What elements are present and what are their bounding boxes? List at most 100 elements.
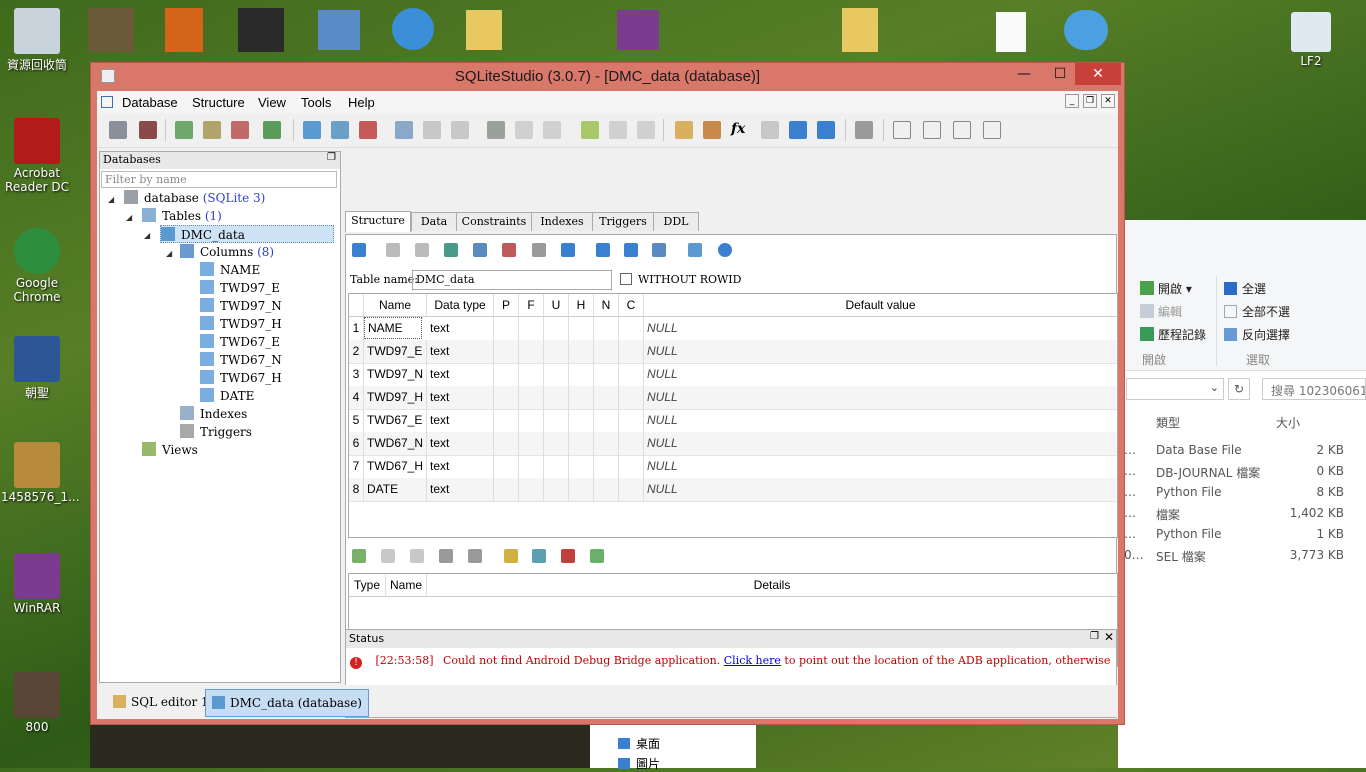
menu-tools[interactable]: Tools: [301, 95, 331, 110]
mdi-restore-button[interactable]: ❐: [1083, 94, 1097, 108]
nav-item-pictures[interactable]: 圖片: [618, 755, 660, 772]
table-row[interactable]: 1 NAME text NULL: [349, 317, 1117, 341]
constraint-header-details[interactable]: Details: [427, 574, 1117, 597]
collapse-arrow-icon[interactable]: ◢: [166, 249, 172, 258]
column-header-size[interactable]: 大小: [1276, 414, 1300, 431]
folder-icon[interactable]: [466, 10, 502, 50]
default-value-cell[interactable]: NULL: [644, 363, 1117, 386]
f-cell[interactable]: [519, 317, 544, 340]
menu-view[interactable]: View: [258, 95, 286, 110]
primary-key-icon[interactable]: [504, 549, 518, 563]
edit-button[interactable]: 編輯: [1140, 303, 1182, 320]
refresh-button[interactable]: ↻: [1228, 378, 1250, 400]
desktop-icon-word-doc[interactable]: 朝聖: [1, 336, 73, 401]
u-cell[interactable]: [544, 409, 569, 432]
tree-table-dmc-data[interactable]: DMC_data: [160, 225, 334, 243]
c-cell[interactable]: [619, 455, 644, 478]
default-value-cell[interactable]: NULL: [644, 432, 1117, 455]
default-value-cell[interactable]: NULL: [644, 386, 1117, 409]
import-icon[interactable]: [596, 243, 610, 257]
tree-column[interactable]: TWD67_N: [200, 351, 282, 369]
collapse-arrow-icon[interactable]: ◢: [144, 231, 150, 240]
export-icon[interactable]: [624, 243, 638, 257]
tab-sql-editor[interactable]: SQL editor 1: [107, 689, 215, 715]
edit-table-icon[interactable]: [331, 121, 349, 139]
computer-icon[interactable]: [318, 10, 360, 50]
p-cell[interactable]: [494, 317, 519, 340]
rollback-icon[interactable]: [415, 243, 429, 257]
desktop-icon-image-1[interactable]: [88, 8, 134, 52]
c-cell[interactable]: [619, 340, 644, 363]
without-rowid-checkbox[interactable]: [620, 273, 632, 285]
u-cell[interactable]: [544, 363, 569, 386]
p-cell[interactable]: [494, 478, 519, 501]
file-row[interactable]: … Python File 1 KB: [1118, 524, 1366, 545]
desktop-icon-image-2[interactable]: [165, 8, 203, 52]
h-cell[interactable]: [569, 432, 594, 455]
h-cell[interactable]: [569, 455, 594, 478]
p-cell[interactable]: [494, 455, 519, 478]
c-cell[interactable]: [619, 363, 644, 386]
desktop-icon-recycle-bin[interactable]: 資源回收筒: [1, 8, 73, 73]
windows-icon[interactable]: [1064, 10, 1108, 50]
minimize-button[interactable]: —: [1007, 63, 1041, 85]
collations-icon[interactable]: [761, 121, 779, 139]
nav-item-desktop[interactable]: 桌面: [618, 735, 660, 752]
close-button[interactable]: ✕: [1075, 63, 1121, 85]
file-row[interactable]: … Data Base File 2 KB: [1118, 440, 1366, 461]
p-cell[interactable]: [494, 432, 519, 455]
move-up-icon[interactable]: [439, 549, 453, 563]
adb-link[interactable]: Click here: [724, 654, 781, 667]
cascade-icon[interactable]: [983, 121, 1001, 139]
functions-icon[interactable]: fx: [731, 121, 749, 139]
move-up-icon[interactable]: [532, 243, 546, 257]
default-value-cell[interactable]: NULL: [644, 317, 1117, 340]
tree-tables[interactable]: Tables (1): [142, 207, 222, 225]
h-cell[interactable]: [569, 386, 594, 409]
f-cell[interactable]: [519, 386, 544, 409]
header-p[interactable]: P: [494, 294, 519, 317]
tree-column[interactable]: TWD67_E: [200, 333, 280, 351]
drop-view-icon[interactable]: [637, 121, 655, 139]
n-cell[interactable]: [594, 317, 619, 340]
copy-icon[interactable]: [688, 243, 702, 257]
edit-constraint-icon[interactable]: [381, 549, 395, 563]
n-cell[interactable]: [594, 432, 619, 455]
table-row[interactable]: 7 TWD67_H text NULL: [349, 455, 1117, 479]
edit-column-icon[interactable]: [473, 243, 487, 257]
tree-column[interactable]: DATE: [200, 387, 254, 405]
tab-constraints[interactable]: Constraints: [456, 212, 532, 231]
tree-column[interactable]: TWD97_E: [200, 279, 280, 297]
c-cell[interactable]: [619, 317, 644, 340]
n-cell[interactable]: [594, 409, 619, 432]
default-value-cell[interactable]: NULL: [644, 478, 1117, 501]
delete-column-icon[interactable]: [502, 243, 516, 257]
tree-column[interactable]: NAME: [200, 261, 260, 279]
c-cell[interactable]: [619, 386, 644, 409]
move-down-icon[interactable]: [468, 549, 482, 563]
constraint-header-name[interactable]: Name: [386, 574, 427, 597]
data-type-cell[interactable]: text: [427, 409, 494, 432]
p-cell[interactable]: [494, 363, 519, 386]
u-cell[interactable]: [544, 386, 569, 409]
data-type-cell[interactable]: text: [427, 340, 494, 363]
refresh-icon[interactable]: [352, 243, 366, 257]
column-name-cell[interactable]: TWD97_E: [364, 340, 427, 363]
create-table-icon[interactable]: [303, 121, 321, 139]
drop-table-icon[interactable]: [359, 121, 377, 139]
desktop-icon-photo[interactable]: 1458576_1...: [1, 442, 80, 504]
header-data-type[interactable]: Data type: [427, 294, 494, 317]
address-bar[interactable]: ⌄: [1126, 378, 1224, 400]
create-index-icon[interactable]: [395, 121, 413, 139]
commit-icon[interactable]: [386, 243, 400, 257]
add-database-icon[interactable]: [175, 121, 193, 139]
tree-column[interactable]: TWD97_N: [200, 297, 282, 315]
edit-database-icon[interactable]: [203, 121, 221, 139]
add-constraint-icon[interactable]: [352, 549, 366, 563]
foreign-key-icon[interactable]: [532, 549, 546, 563]
filter-input[interactable]: Filter by name: [101, 171, 337, 188]
column-name-cell[interactable]: DATE: [364, 478, 427, 501]
f-cell[interactable]: [519, 432, 544, 455]
column-header-type[interactable]: 類型: [1156, 414, 1180, 431]
import-icon[interactable]: [789, 121, 807, 139]
